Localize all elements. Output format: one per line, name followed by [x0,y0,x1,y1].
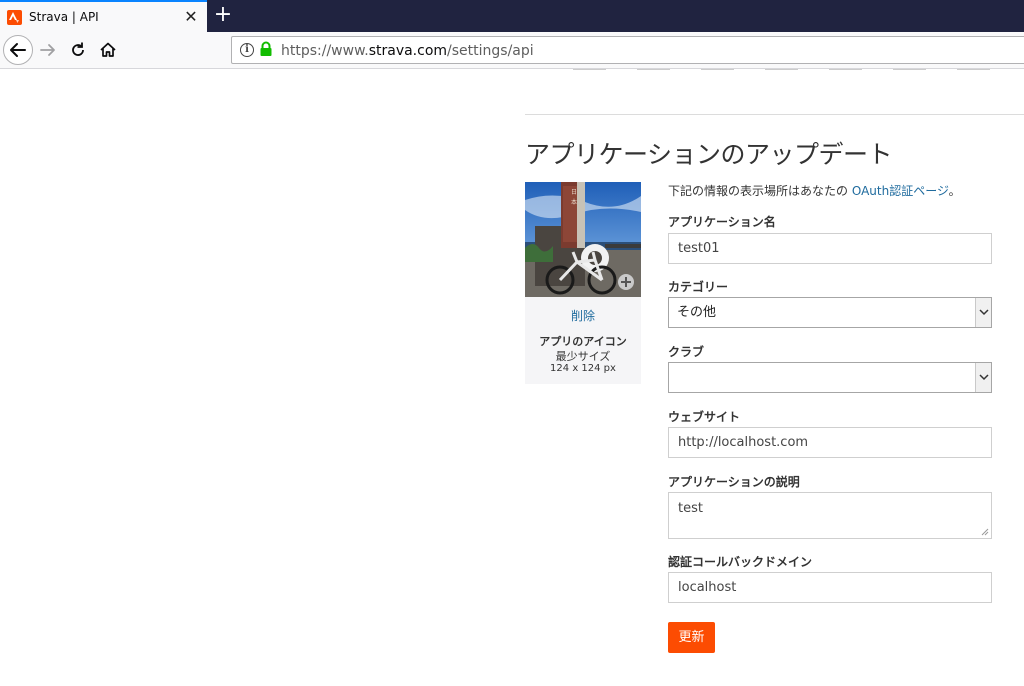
app-name-label: アプリケーション名 [668,215,776,229]
delete-icon-link[interactable]: 削除 [525,307,641,324]
navigation-bar: i https://www.strava.com/settings/api [0,32,1024,69]
reload-icon [72,42,84,56]
description-label: アプリケーションの説明 [668,475,800,489]
update-button[interactable]: 更新 [668,622,715,653]
callback-domain-input[interactable]: localhost [668,572,992,603]
category-label: カテゴリー [668,280,729,294]
app-icon-image[interactable]: 日 本 [525,182,641,297]
home-icon [100,42,116,57]
tab-strip: Strava | API ✕ + [0,0,1024,33]
back-button[interactable] [3,35,33,65]
description-textarea[interactable]: test [668,492,992,539]
min-size-value: 124 x 124 px [550,363,616,374]
app-name-input[interactable]: test01 [668,233,992,264]
site-info-icon[interactable]: i [240,43,254,57]
tab-title: Strava | API [29,10,99,24]
website-input[interactable]: http://localhost.com [668,427,992,458]
home-button[interactable] [97,39,119,61]
svg-text:日: 日 [571,189,577,196]
page-title: アプリケーションのアップデート [525,140,893,169]
svg-text:本: 本 [571,198,577,206]
section-divider [525,114,1024,115]
forward-button[interactable] [37,39,59,61]
intro-text: 下記の情報の表示場所はあなたの OAuth認証ページ。 [668,184,961,198]
category-select[interactable]: その他 [668,297,992,328]
chevron-down-icon[interactable] [975,298,991,327]
website-label: ウェブサイト [668,410,741,424]
resize-grip-icon[interactable] [981,528,989,536]
subnav-cut-off: ――――――――― ―――――――――――― [525,69,1024,75]
url-text: https://www.strava.com/settings/api [281,43,534,59]
browser-tab[interactable]: Strava | API ✕ [0,0,207,33]
club-label: クラブ [668,345,705,359]
lock-icon [260,41,272,56]
app-icon-panel: 日 本 削除 アプリのアイコン 最少サイズ 124 x 124 px [525,182,641,384]
reload-button[interactable] [67,39,89,61]
category-selected-value: その他 [677,305,717,320]
min-size-label: 最少サイズ [555,350,611,363]
club-select[interactable] [668,362,992,393]
callback-domain-label: 認証コールバックドメイン [668,555,813,569]
oauth-page-link[interactable]: OAuth認証ページ [852,184,949,198]
app-icon-heading: アプリのアイコン [539,335,627,348]
new-tab-button[interactable]: + [211,3,235,27]
back-arrow-icon [10,43,26,57]
close-tab-icon[interactable]: ✕ [182,8,200,26]
forward-arrow-icon [40,44,55,56]
strava-favicon-icon [7,10,22,25]
chevron-down-icon[interactable] [975,363,991,392]
description-value: test [678,501,703,516]
url-bar[interactable]: i https://www.strava.com/settings/api [231,36,1024,64]
